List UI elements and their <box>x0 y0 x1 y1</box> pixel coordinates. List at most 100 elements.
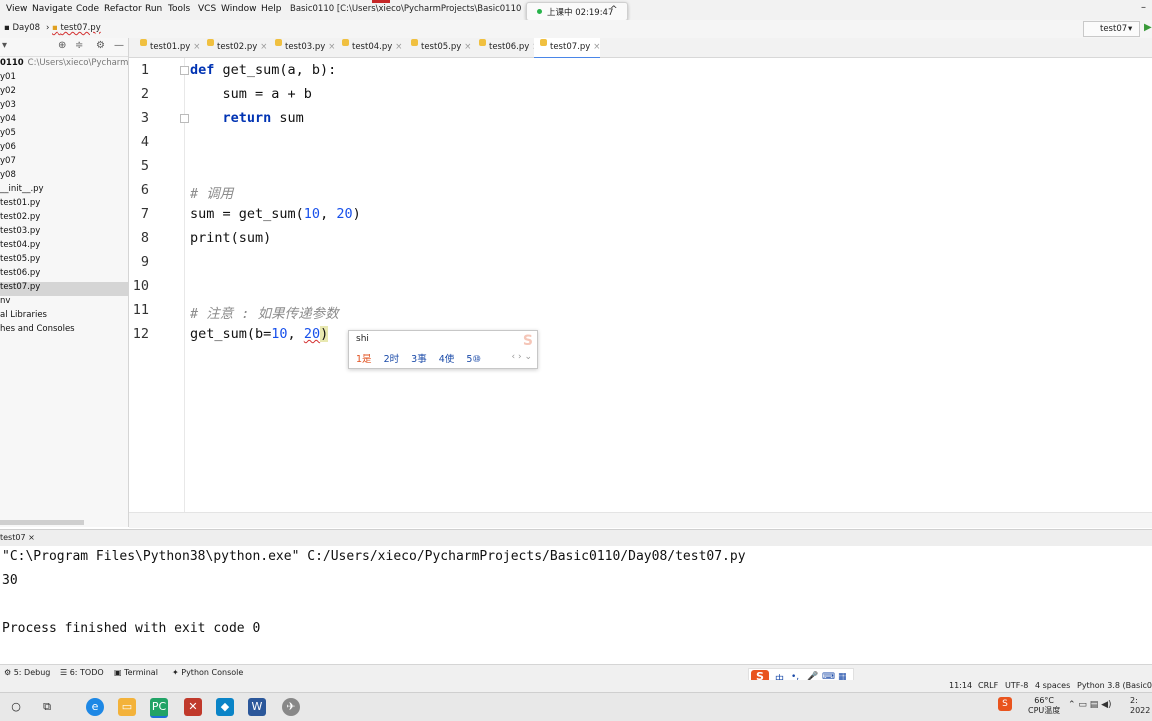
ime-candidate[interactable]: 5⑩ <box>466 354 481 365</box>
editor-scrollbar[interactable] <box>129 512 1152 528</box>
project-tree-item[interactable]: test03.py <box>0 226 128 240</box>
fold-marker-icon[interactable] <box>180 66 189 75</box>
word-icon[interactable]: W <box>248 698 266 716</box>
menu-view[interactable]: View <box>6 4 27 14</box>
ime-candidate[interactable]: 2时 <box>384 354 400 365</box>
interpreter[interactable]: Python 3.8 (Basic0 <box>1077 681 1152 690</box>
menu-code[interactable]: Code <box>76 4 99 14</box>
fold-marker-icon[interactable] <box>180 114 189 123</box>
menu-help[interactable]: Help <box>261 4 282 14</box>
indent-setting[interactable]: 4 spaces <box>1035 681 1070 690</box>
menu-tools[interactable]: Tools <box>168 4 190 14</box>
project-tree-item[interactable]: y06 <box>0 142 128 156</box>
terminal-tool-button[interactable]: ▣ Terminal <box>114 668 158 677</box>
close-icon[interactable]: × <box>193 42 200 52</box>
tab-content: test01.py × <box>140 38 200 52</box>
ime-candidate[interactable]: 1是 <box>356 354 372 365</box>
hide-panel-icon[interactable]: — <box>114 40 124 51</box>
tab-test02[interactable]: test02.py × <box>201 38 267 57</box>
breadcrumb-file[interactable]: ▪ test07.py <box>52 23 101 33</box>
menu-navigate[interactable]: Navigate <box>32 4 72 14</box>
globe-icon[interactable]: ⊕ <box>58 40 66 51</box>
tab-test07[interactable]: test07.py × <box>534 38 600 59</box>
clock-date: 2022 <box>1130 706 1151 715</box>
project-tree-item[interactable]: y01 <box>0 72 128 86</box>
run-config-select[interactable]: test07 ▾ <box>1083 21 1140 37</box>
close-icon[interactable]: × <box>464 42 471 52</box>
search-icon[interactable]: ○ <box>7 698 25 716</box>
breadcrumb-file-label: test07.py <box>60 23 101 33</box>
line-number: 6 <box>140 182 149 198</box>
menu-refactor[interactable]: Refactor <box>104 4 142 14</box>
close-icon[interactable]: × <box>260 42 267 52</box>
gear-icon[interactable]: ⚙ <box>96 40 105 51</box>
edge-browser-icon[interactable]: e <box>86 698 104 716</box>
recording-timer[interactable]: 上课中 02:19:47 ^ <box>526 2 628 21</box>
tab-test03[interactable]: test03.py × <box>269 38 335 57</box>
tab-test01[interactable]: test01.py × <box>134 38 200 57</box>
project-tree-item[interactable]: y03 <box>0 100 128 114</box>
python-console-button[interactable]: ✦ Python Console <box>172 668 243 677</box>
tab-test06[interactable]: test06.py× <box>473 38 539 57</box>
tree-item-label: 0110 <box>0 58 24 68</box>
run-console[interactable]: "C:\Program Files\Python38\python.exe" C… <box>0 546 1152 664</box>
project-tree-item[interactable]: nv <box>0 296 128 310</box>
python-console-label: Python Console <box>181 668 244 677</box>
project-tree-item[interactable]: hes and Consoles <box>0 324 128 338</box>
project-tree-item[interactable]: test04.py <box>0 240 128 254</box>
chevron-down-icon[interactable]: ▾ <box>2 40 7 51</box>
todo-tool-button[interactable]: ☰ 6: TODO <box>60 668 104 677</box>
project-tree-item[interactable]: 0110C:\Users\xieco\PycharmProj <box>0 58 128 72</box>
file-explorer-icon[interactable]: ▭ <box>118 698 136 716</box>
close-icon[interactable]: × <box>395 42 402 52</box>
collapse-icon[interactable]: ≑ <box>75 40 83 51</box>
file-encoding[interactable]: UTF-8 <box>1005 681 1028 690</box>
app-icon[interactable]: ✕ <box>184 698 202 716</box>
tree-item-label: y04 <box>0 114 16 124</box>
chevron-up-icon[interactable]: ^ <box>610 5 618 15</box>
project-tree-item[interactable]: test05.py <box>0 254 128 268</box>
project-tree-item[interactable]: y04 <box>0 114 128 128</box>
project-tree-item[interactable]: __init__.py <box>0 184 128 198</box>
project-tree-item[interactable]: y02 <box>0 86 128 100</box>
menu-run[interactable]: Run <box>145 4 162 14</box>
ime-candidate[interactable]: 4使 <box>439 354 455 365</box>
breadcrumb-folder[interactable]: ▪ Day08 <box>4 23 40 33</box>
app-icon[interactable]: ◆ <box>216 698 234 716</box>
code-editor[interactable]: def get_sum(a, b): sum = a + b return su… <box>185 58 1152 512</box>
minimize-button[interactable]: – <box>1141 2 1146 13</box>
project-tree-item[interactable]: y05 <box>0 128 128 142</box>
tab-test05[interactable]: test05.py × <box>405 38 471 57</box>
pycharm-icon[interactable]: PC <box>150 698 168 718</box>
app-icon[interactable]: ✈ <box>282 698 300 716</box>
run-button[interactable]: ▶ <box>1144 22 1152 33</box>
project-tree-item[interactable]: test07.py <box>0 282 128 296</box>
close-icon[interactable]: × <box>593 42 600 52</box>
project-tree-item[interactable]: al Libraries <box>0 310 128 324</box>
menu-vcs[interactable]: VCS <box>198 4 216 14</box>
number-literal: 10 <box>303 206 321 222</box>
tray-icons[interactable]: ⌃ ▭ ▤ ◀) <box>1068 700 1112 710</box>
tab-test04[interactable]: test04.py × <box>336 38 402 57</box>
recording-marker <box>372 0 390 3</box>
debug-tool-button[interactable]: ⚙ 5: Debug <box>4 668 50 677</box>
python-file-icon <box>140 39 147 46</box>
project-scrollbar[interactable] <box>0 520 84 525</box>
project-tree-item[interactable]: test02.py <box>0 212 128 226</box>
project-tree-item[interactable]: test06.py <box>0 268 128 282</box>
number-literal: 10 <box>271 326 288 342</box>
ime-candidates: 1是 2时 3事 4使 5⑩ <box>356 351 490 365</box>
ime-candidate[interactable]: 3事 <box>411 354 427 365</box>
project-tree-item[interactable]: y08 <box>0 170 128 184</box>
sogou-tray-icon[interactable]: S <box>998 697 1012 711</box>
close-icon[interactable]: × <box>328 42 335 52</box>
task-view-icon[interactable]: ⧉ <box>38 698 56 716</box>
menu-window[interactable]: Window <box>221 4 257 14</box>
line-separator[interactable]: CRLF <box>978 681 998 690</box>
project-tree-item[interactable]: y07 <box>0 156 128 170</box>
project-tree-item[interactable]: test01.py <box>0 198 128 212</box>
run-tab[interactable]: test07 × <box>0 533 35 542</box>
system-clock[interactable]: 2: 2022 <box>1130 696 1150 716</box>
caret-position[interactable]: 11:14 <box>949 681 972 690</box>
ime-page-nav[interactable]: ‹ › ⌄ <box>512 352 532 362</box>
